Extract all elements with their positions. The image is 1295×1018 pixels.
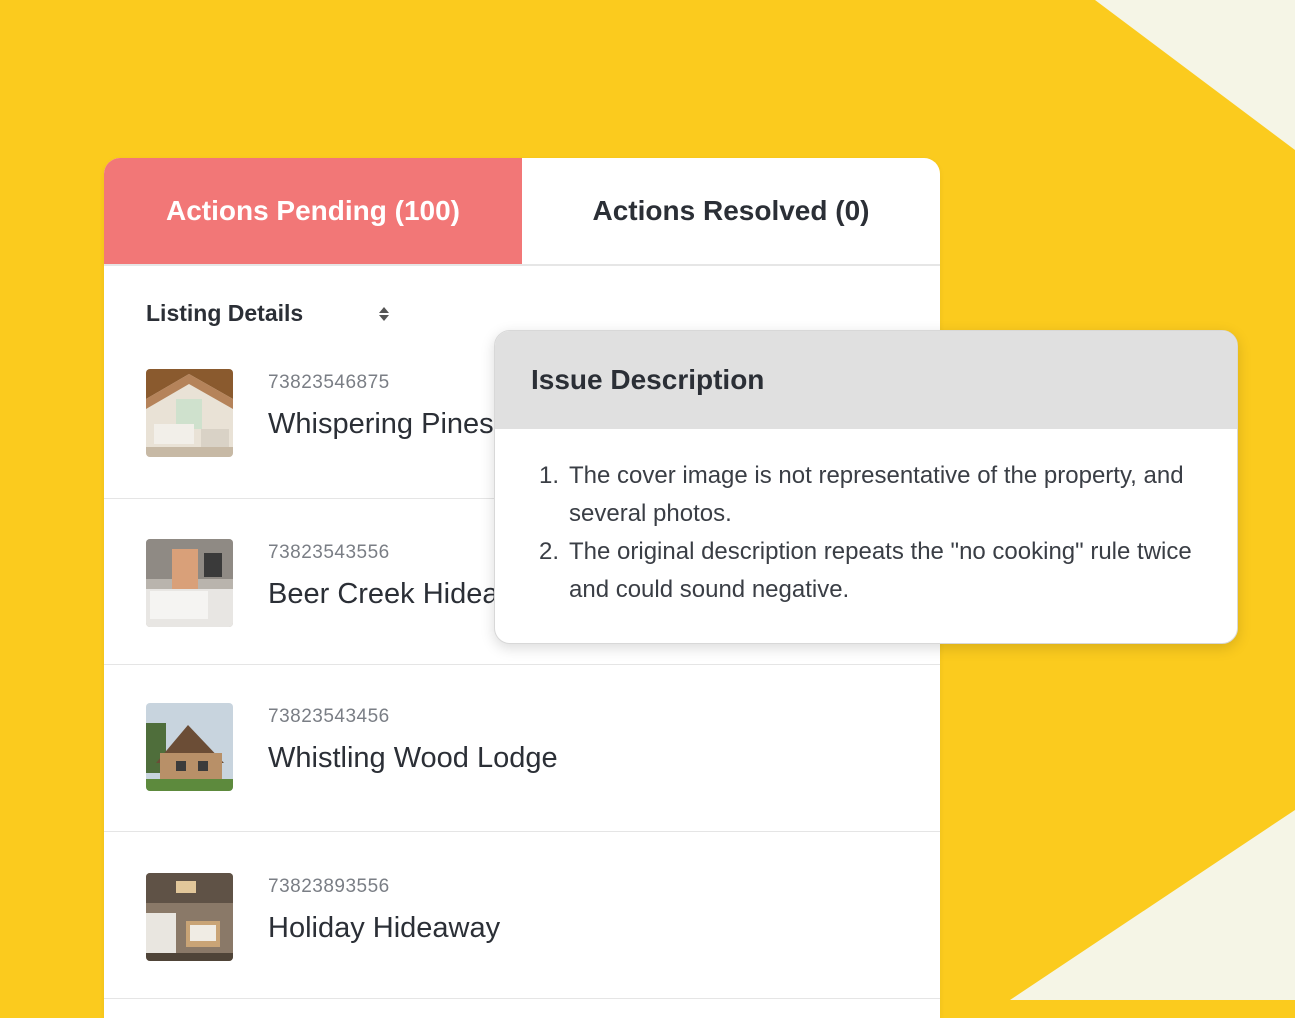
issue-text: The cover image is not representative of… (569, 462, 1184, 527)
listing-thumbnail (146, 369, 233, 457)
listing-name: Beer Creek Hidea (268, 578, 499, 610)
listing-id: 73823893556 (268, 876, 390, 897)
listing-id: 73823543556 (268, 542, 390, 563)
issue-item: 1. The cover image is not representative… (539, 457, 1197, 533)
issue-number: 2. (539, 538, 560, 565)
list-item[interactable]: 73823893556 Holiday Hideaway (104, 831, 940, 999)
listing-name: Whistling Wood Lodge (268, 742, 558, 774)
issue-list: 1. The cover image is not representative… (495, 429, 1237, 609)
list-item[interactable]: 73823543456 Whistling Wood Lodge (104, 664, 940, 832)
listing-id: 73823543456 (268, 706, 390, 727)
listing-thumbnail (146, 703, 233, 791)
listing-name: Holiday Hideaway (268, 912, 501, 944)
issue-text: The original description repeats the "no… (569, 538, 1192, 603)
popup-title: Issue Description (495, 331, 1237, 429)
listing-thumbnail (146, 539, 233, 627)
listing-id: 73823546875 (268, 372, 390, 393)
issue-item: 2. The original description repeats the … (539, 533, 1197, 609)
issue-number: 1. (539, 462, 560, 489)
issue-description-popup: Issue Description 1. The cover image is … (494, 330, 1238, 644)
listing-name: Whispering Pines (268, 408, 494, 440)
listing-thumbnail (146, 873, 233, 961)
